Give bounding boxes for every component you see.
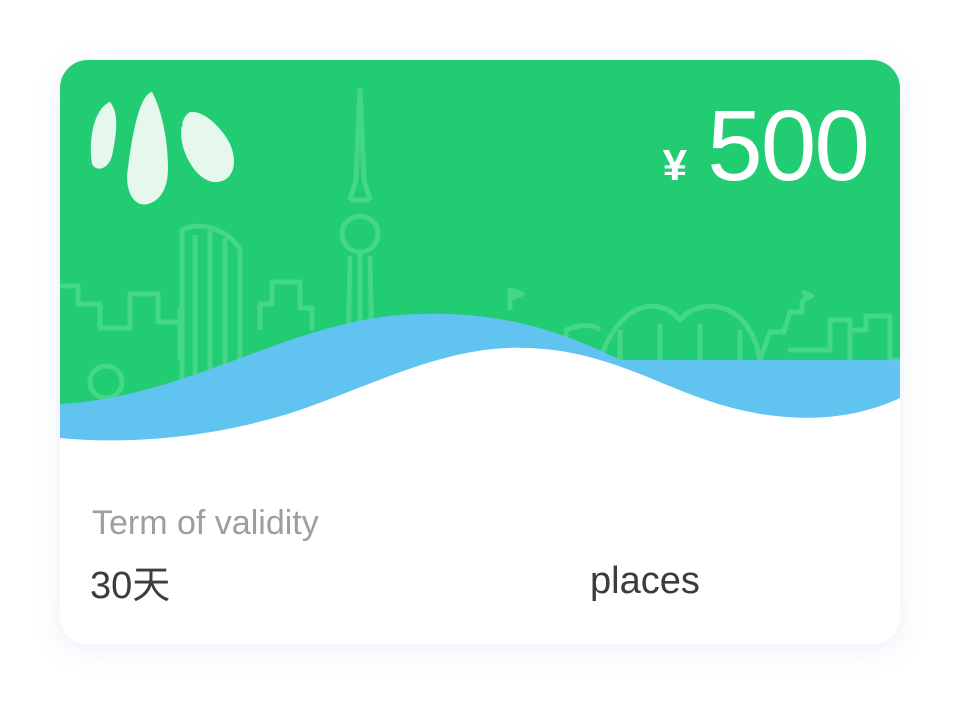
places-label: places (590, 560, 700, 602)
validity-label: Term of validity (92, 504, 319, 542)
card-value: ¥ 500 (662, 90, 870, 202)
validity-value: 30天 (90, 565, 171, 607)
card-amount: 500 (707, 90, 870, 202)
gift-card[interactable]: ¥ 500 Term of validity 30天 places (60, 60, 900, 644)
brand-logo-icon (90, 92, 234, 205)
currency-symbol: ¥ (662, 141, 688, 190)
